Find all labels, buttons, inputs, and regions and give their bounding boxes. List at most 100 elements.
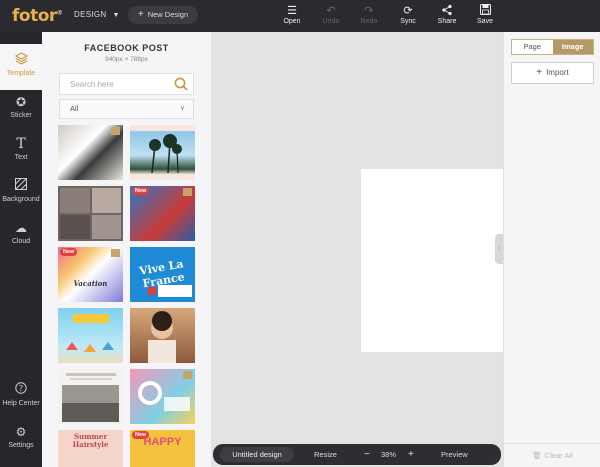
- sync-label: Sync: [400, 18, 416, 25]
- clear-all-button[interactable]: 🗑 Clear All: [504, 443, 600, 467]
- panel-size: 940px × 788px: [105, 56, 148, 63]
- undo-label: Undo: [322, 18, 340, 25]
- collapse-panel-handle[interactable]: ›: [495, 234, 503, 264]
- zoom-level: 38%: [381, 450, 397, 459]
- search-box: [59, 73, 194, 95]
- rail-item-help[interactable]: ? Help Center: [0, 382, 42, 407]
- share-label: Share: [437, 18, 457, 25]
- redo-icon: ↷: [364, 5, 374, 17]
- template-thumbnail[interactable]: [130, 308, 195, 363]
- sync-icon: ⟳: [403, 5, 413, 17]
- tab-page[interactable]: Page: [512, 40, 553, 54]
- zoom-in-button[interactable]: +: [408, 444, 414, 465]
- template-thumbnail[interactable]: [130, 369, 195, 424]
- text-t-icon: T: [16, 136, 26, 152]
- redo-label: Redo: [360, 18, 378, 25]
- share-button[interactable]: Share: [430, 4, 464, 25]
- rail-label-help: Help Center: [2, 400, 40, 407]
- open-label: Open: [283, 18, 301, 25]
- import-button[interactable]: + Import: [511, 62, 594, 84]
- menu-icon: ☰: [287, 5, 297, 17]
- plus-icon: +: [536, 67, 543, 78]
- crown-icon: [111, 127, 120, 135]
- new-design-button[interactable]: + New Design: [128, 6, 198, 24]
- open-button[interactable]: ☰ Open: [275, 4, 309, 25]
- trash-icon: 🗑: [532, 451, 542, 460]
- preview-button[interactable]: Preview: [441, 444, 468, 465]
- template-thumbnail[interactable]: New: [130, 186, 195, 241]
- sticker-star-icon: ✪: [15, 95, 27, 109]
- sync-button[interactable]: ⟳ Sync: [391, 4, 425, 25]
- crown-icon: [183, 188, 192, 196]
- design-artboard[interactable]: [361, 169, 503, 352]
- rail-label-background: Background: [2, 196, 40, 203]
- rail-item-template[interactable]: Template: [0, 44, 42, 90]
- template-thumbnail[interactable]: Summer Hairstyle: [58, 430, 123, 467]
- template-thumbnail[interactable]: New HAPPY: [130, 430, 195, 467]
- beach-umbrellas-image: [66, 314, 114, 352]
- rail-label-cloud: Cloud: [11, 238, 31, 245]
- crown-icon: [183, 371, 192, 379]
- share-icon: [430, 4, 464, 18]
- gear-icon: ⚙: [15, 425, 27, 439]
- rail-item-background[interactable]: Background: [0, 178, 42, 203]
- layers-icon: [0, 52, 42, 68]
- chevron-down-icon: ▼: [112, 12, 120, 19]
- save-label: Save: [477, 18, 493, 25]
- category-select[interactable]: All ∨: [59, 99, 194, 119]
- save-button[interactable]: Save: [468, 4, 502, 25]
- design-name-field[interactable]: Untitled design: [220, 447, 294, 462]
- import-label: Import: [546, 68, 569, 77]
- resize-button[interactable]: Resize: [314, 444, 337, 465]
- grayscale-photo-image: [62, 373, 119, 422]
- new-design-label: New Design: [147, 10, 189, 19]
- zoom-out-button[interactable]: −: [364, 444, 370, 465]
- rail-label-settings: Settings: [8, 442, 34, 449]
- chevron-down-icon: ∨: [179, 105, 185, 112]
- undo-icon: ↶: [326, 5, 336, 17]
- template-thumbnail[interactable]: Vive La France: [130, 247, 195, 302]
- rail-item-sticker[interactable]: ✪ Sticker: [0, 94, 42, 119]
- category-select-value: All: [70, 104, 79, 113]
- save-icon: [468, 4, 502, 18]
- photo-collage-image: [60, 188, 121, 239]
- crown-icon: [111, 249, 120, 257]
- template-thumbnail[interactable]: [58, 308, 123, 363]
- rail-label-template: Template: [6, 70, 36, 77]
- design-menu[interactable]: DESIGN ▼: [74, 10, 120, 19]
- template-thumbnail[interactable]: [58, 125, 123, 180]
- tab-image[interactable]: Image: [552, 40, 593, 54]
- right-panel: Page Image + Import 🗑 Clear All: [503, 32, 600, 467]
- search-icon[interactable]: [173, 76, 189, 92]
- template-thumbnail[interactable]: [58, 369, 123, 424]
- thumbnail-caption: Summer Hairstyle: [72, 432, 109, 449]
- logo-registered-mark: ®: [56, 9, 63, 17]
- logo-text: fotor: [12, 6, 57, 26]
- rail-item-text[interactable]: T Text: [0, 136, 42, 161]
- template-thumbnail[interactable]: [130, 125, 195, 180]
- undo-button[interactable]: ↶ Undo: [314, 4, 348, 25]
- design-menu-label: DESIGN: [74, 10, 107, 19]
- template-thumbnail[interactable]: [58, 186, 123, 241]
- new-badge: New: [60, 248, 78, 256]
- rail-item-cloud[interactable]: ☁ Cloud: [0, 220, 42, 245]
- chevron-right-icon: ›: [497, 245, 501, 252]
- svg-text:?: ?: [19, 384, 23, 393]
- new-badge: New: [132, 187, 150, 195]
- template-thumbnail[interactable]: New Vacation: [58, 247, 123, 302]
- rail-item-settings[interactable]: ⚙ Settings: [0, 424, 42, 449]
- thumbnail-decoration: [148, 285, 192, 297]
- plus-icon: +: [137, 9, 144, 20]
- background-icon: [0, 178, 42, 194]
- top-bar: fotor® DESIGN ▼ + New Design ☰ Open ↶ Undo…: [0, 0, 600, 32]
- fotor-logo[interactable]: fotor®: [12, 6, 63, 26]
- search-input[interactable]: [60, 74, 170, 94]
- bottom-bar: Untitled design Resize − 38% + Preview: [213, 444, 501, 465]
- portrait-photo-image: [148, 311, 176, 363]
- palm-trees-image: [149, 134, 182, 174]
- redo-button[interactable]: ↷ Redo: [352, 4, 386, 25]
- rail-label-text: Text: [14, 154, 28, 161]
- left-rail: Template ✪ Sticker T Text Background ☁ C…: [0, 32, 42, 467]
- cloud-upload-icon: ☁: [15, 221, 27, 235]
- help-icon: ?: [0, 382, 42, 398]
